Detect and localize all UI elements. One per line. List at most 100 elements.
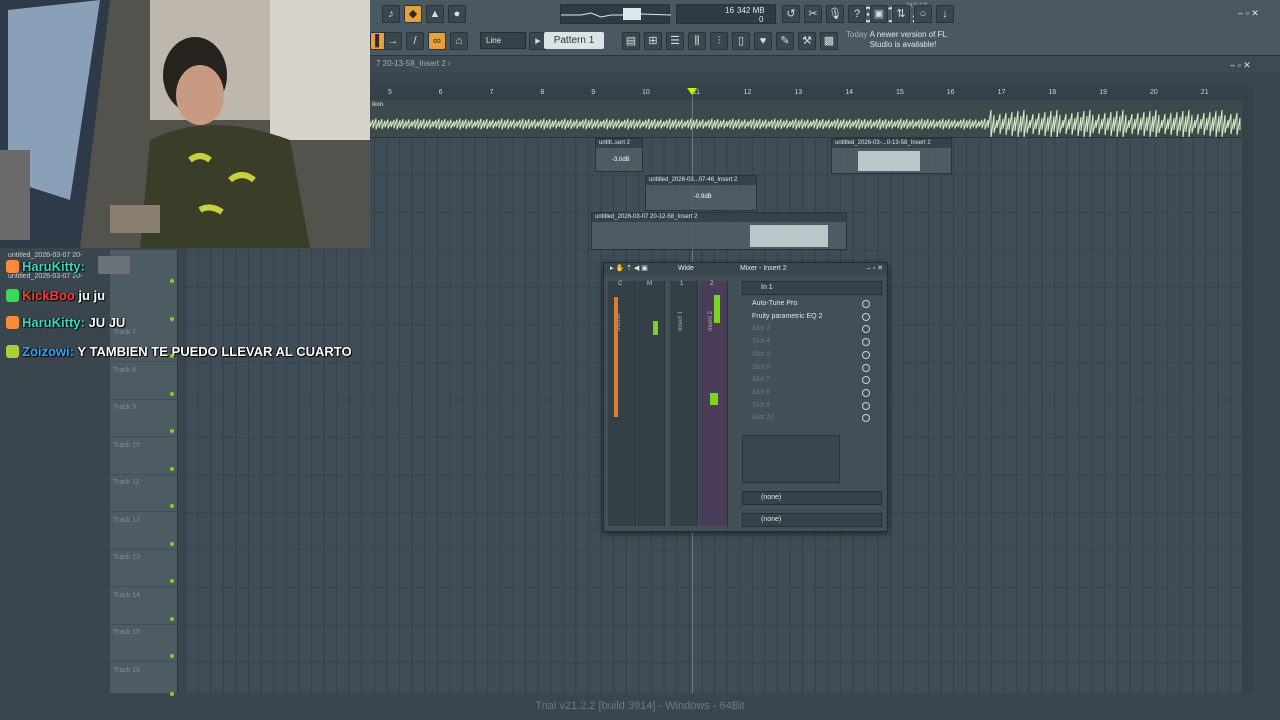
browser-icon[interactable]: ▯ — [732, 32, 750, 50]
output-select-b[interactable]: (none) — [742, 513, 882, 527]
track-header[interactable]: Track 13 — [110, 550, 178, 587]
browser-item[interactable]: untitled_2026-03-07 20- — [8, 273, 82, 280]
audio-clip[interactable]: untitled_2026-03-...0-13-58_Insert 2 — [831, 138, 952, 174]
store-icon[interactable]: ▩ — [820, 32, 838, 50]
metronome-icon[interactable]: ▲ — [426, 5, 444, 23]
track-mute-led-icon[interactable] — [170, 279, 174, 283]
record-mode-icon[interactable]: ● — [448, 5, 466, 23]
slot-mix-knob-icon[interactable] — [862, 363, 870, 372]
track-mute-led-icon[interactable] — [170, 691, 174, 696]
pattern-song-icon[interactable]: ♪ — [382, 5, 400, 23]
slot-label: Slot 7 — [752, 376, 770, 384]
thumbnail — [98, 256, 130, 274]
mixer-effect-slot[interactable]: Slot 3 — [744, 323, 874, 335]
chat-icon[interactable]: ○ — [914, 5, 932, 23]
stamp-icon[interactable]: ⌂ — [450, 32, 468, 50]
track-mute-led-icon[interactable] — [170, 541, 174, 546]
save-icon[interactable]: ▣ — [870, 5, 888, 23]
ruler-tick-label: 20 — [1150, 89, 1158, 96]
midi-icon[interactable]: ⇅ — [892, 5, 910, 23]
link-icon[interactable]: ∞ — [428, 32, 446, 50]
slot-mix-knob-icon[interactable] — [862, 388, 870, 397]
timeline-ruler[interactable]: 5 6 7 8 9 10 11 12 13 14 15 16 17 18 19 20 21 — [370, 86, 1242, 100]
mixer-view-mode[interactable]: Wide — [678, 265, 694, 272]
mixer-effect-slot[interactable]: Fruity parametric EQ 2 — [744, 311, 874, 323]
slot-mix-knob-icon[interactable] — [862, 312, 870, 321]
track-header[interactable]: Track 8 — [110, 363, 178, 400]
eq-display[interactable] — [742, 435, 840, 483]
mixer-effect-slot[interactable]: Slot 7 — [744, 374, 874, 386]
slot-mix-knob-icon[interactable] — [862, 414, 870, 423]
output-select-a[interactable]: (none) — [742, 491, 882, 505]
plugin-icon[interactable]: ♥ — [754, 32, 772, 50]
undo-icon[interactable]: ↺ — [782, 5, 800, 23]
playhead-marker-icon[interactable] — [687, 88, 697, 96]
playlist-window-controls[interactable]: – ▫ ✕ — [1230, 60, 1251, 71]
track-header[interactable]: Track 10 — [110, 438, 178, 475]
slot-mix-knob-icon[interactable] — [862, 325, 870, 334]
audio-clip[interactable]: untitl..sert 2 -3.0dB — [595, 138, 643, 172]
mixer-effect-slot[interactable]: Slot 10 — [744, 412, 874, 424]
track-header[interactable]: Track 12 — [110, 513, 178, 550]
fader-handle[interactable] — [710, 393, 718, 405]
cut-icon[interactable]: ✂ — [804, 5, 822, 23]
slot-mix-knob-icon[interactable] — [862, 300, 870, 308]
slot-label: Auto-Tune Pro — [752, 300, 798, 307]
mixer-effect-slot[interactable]: Slot 6 — [744, 362, 874, 374]
track-mute-led-icon[interactable] — [170, 429, 174, 433]
mixer-strip-insert-2[interactable]: 2 Insert 2 — [700, 281, 728, 526]
track-header[interactable]: Track 15 — [110, 625, 178, 662]
track-mute-led-icon[interactable] — [170, 579, 174, 583]
waveform — [370, 109, 1241, 137]
track-header[interactable]: Track 9 — [110, 400, 178, 437]
draw-icon[interactable]: / — [406, 32, 424, 50]
snap-icon[interactable]: → — [384, 32, 402, 50]
mixer-effect-slot[interactable]: Auto-Tune Pro — [744, 298, 874, 310]
slot-mix-knob-icon[interactable] — [862, 338, 870, 347]
input-select[interactable]: In 1 — [742, 281, 882, 295]
mixer-icon[interactable]: ⫼ — [688, 32, 706, 50]
track-mute-led-icon[interactable] — [170, 354, 174, 358]
track-mute-led-icon[interactable] — [170, 654, 174, 658]
mixer-effect-slot[interactable]: Slot 5 — [744, 349, 874, 361]
slot-mix-knob-icon[interactable] — [862, 350, 870, 359]
mixer-effect-slot[interactable]: Slot 4 — [744, 336, 874, 348]
mixer-strip-current[interactable]: M — [637, 281, 665, 526]
mixer-strip-insert-1[interactable]: 1 Insert 1 — [670, 281, 698, 526]
playlist-icon[interactable]: ▤ — [622, 32, 640, 50]
audio-track-top[interactable]: ikon — [370, 100, 1242, 138]
audio-clip[interactable]: untitled_2026-03-07 20-12-58_Insert 2 — [591, 212, 847, 250]
slot-mix-knob-icon[interactable] — [862, 401, 870, 410]
wrench-icon[interactable]: ⚒ — [798, 32, 816, 50]
tempo-tap-icon[interactable]: ◆ — [404, 5, 422, 23]
mixer-window-controls[interactable]: – ▫ ✕ — [867, 264, 883, 272]
chat-message: HaruKitty: — [6, 259, 85, 274]
window-controls[interactable]: – ▫ ✕ — [1238, 8, 1259, 19]
piano-roll-icon[interactable]: ⊞ — [644, 32, 662, 50]
audio-clip[interactable]: untitled_2026-03...07-46_Insert 2 -0.9dB — [645, 175, 757, 211]
snap-mode-select[interactable]: Line — [480, 32, 526, 49]
track-mute-led-icon[interactable] — [170, 466, 174, 471]
mixer-effect-slot[interactable]: Slot 9 — [744, 400, 874, 412]
track-mute-led-icon[interactable] — [170, 391, 174, 396]
pattern-selector[interactable]: Pattern 1 — [544, 32, 604, 49]
channel-rack-icon[interactable]: ☰ — [666, 32, 684, 50]
channel-icon[interactable]: ⫶ — [710, 32, 728, 50]
mixer-strip-master[interactable]: C Master — [608, 281, 636, 526]
track-mute-led-icon[interactable] — [170, 616, 174, 621]
mic-icon[interactable]: 🎙 — [826, 5, 844, 23]
vertical-scrollbar[interactable] — [1242, 86, 1254, 693]
tools-icon[interactable]: ✎ — [776, 32, 794, 50]
slot-mix-knob-icon[interactable] — [862, 376, 870, 385]
track-header[interactable]: Track 11 — [110, 475, 178, 512]
update-notice[interactable]: Today A newer version of FL Studio is av… — [846, 30, 960, 50]
mixer-effect-slot[interactable]: Slot 8 — [744, 387, 874, 399]
browser-item[interactable]: untitled_2026-03-07 20- — [8, 252, 82, 259]
download-icon[interactable]: ↓ — [936, 5, 954, 23]
mixer-tools-icon[interactable]: ▸ ✋ ⇡ ◀ ▣ — [610, 264, 648, 272]
strip-name: Insert 1 — [678, 310, 684, 331]
track-mute-led-icon[interactable] — [170, 316, 174, 321]
track-header[interactable]: Track 14 — [110, 588, 178, 625]
help-icon[interactable]: ? — [848, 5, 866, 23]
track-mute-led-icon[interactable] — [170, 504, 174, 508]
